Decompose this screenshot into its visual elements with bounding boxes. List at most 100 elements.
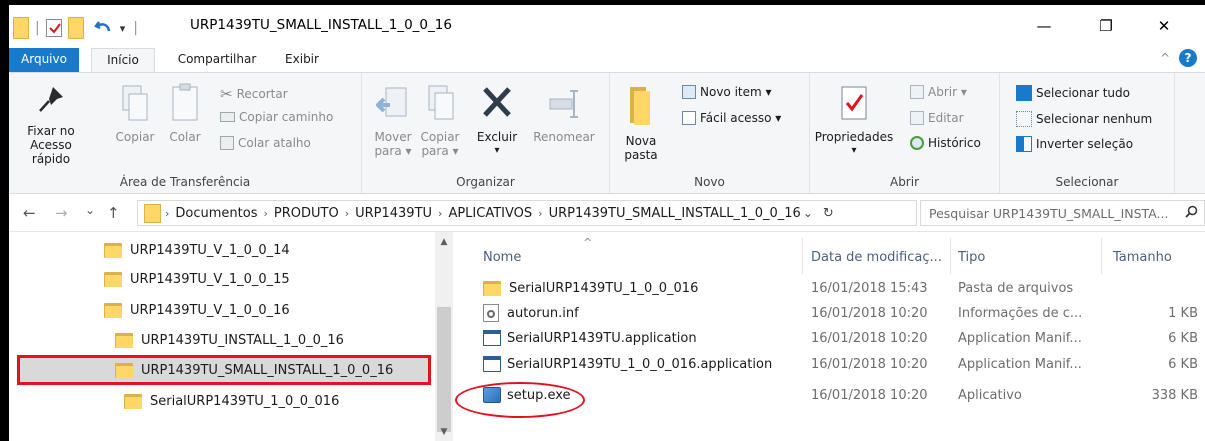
copy-button[interactable]: Copiar — [113, 83, 157, 144]
new-folder-label-2: pasta — [624, 148, 658, 162]
tab-view[interactable]: Exibir — [277, 48, 327, 72]
file-size: 338 KB — [1151, 387, 1198, 403]
rename-icon — [528, 83, 600, 126]
file-name-cell: SerialURP1439TU_1_0_0_016 — [483, 276, 698, 300]
scroll-down-icon[interactable]: ▼ — [435, 424, 453, 440]
address-bar[interactable]: › Documentos › PRODUTO › URP1439TU › APL… — [137, 200, 917, 226]
delete-label: Excluir — [476, 130, 518, 144]
back-button[interactable]: ← — [23, 204, 36, 222]
file-row[interactable]: autorun.inf 16/01/2018 10:20 Informações… — [461, 301, 1205, 325]
address-dropdown-icon[interactable]: ⌄ — [803, 206, 813, 220]
delete-button[interactable]: Excluir ▾ — [474, 83, 520, 158]
column-header-date[interactable]: Data de modificaç... — [811, 232, 951, 276]
copy-to-icon — [419, 83, 461, 126]
window-title: URP1439TU_SMALL_INSTALL_1_0_0_16 — [190, 17, 452, 33]
rename-button[interactable]: Renomear — [528, 83, 600, 144]
file-name: SerialURP1439TU_1_0_0_016.application — [507, 356, 773, 372]
tree-item-label: URP1439TU_V_1_0_0_15 — [130, 271, 290, 287]
column-header-type[interactable]: Tipo — [958, 232, 1098, 276]
new-folder-label-1: Nova — [625, 134, 657, 148]
new-item-label: Novo item ▾ — [700, 85, 772, 99]
minimize-button[interactable]: — — [1021, 11, 1067, 41]
folder-icon — [104, 301, 124, 319]
select-all-button[interactable]: Selecionar tudo — [1016, 85, 1130, 101]
highlight-rectangle — [17, 355, 431, 385]
undo-icon[interactable] — [93, 18, 112, 39]
column-header-name[interactable]: Nome ^ — [483, 232, 803, 276]
column-divider — [950, 238, 951, 274]
file-name-cell: SerialURP1439TU_1_0_0_016.application — [483, 352, 772, 376]
close-button[interactable]: ✕ — [1141, 11, 1187, 41]
tree-item[interactable]: SerialURP1439TU_1_0_0_016 — [124, 387, 339, 415]
file-type: Informações de c... — [958, 305, 1083, 321]
new-folder-icon[interactable] — [67, 17, 84, 39]
file-row[interactable]: SerialURP1439TU_1_0_0_016.application 16… — [461, 352, 1205, 376]
breadcrumb-urp1439tu[interactable]: URP1439TU — [355, 206, 432, 221]
breadcrumb-chevron: › — [263, 206, 268, 220]
easy-access-label: Fácil acesso ▾ — [700, 111, 782, 125]
help-icon[interactable]: ? — [1179, 49, 1197, 67]
breadcrumb-current-folder[interactable]: URP1439TU_SMALL_INSTALL_1_0_0_16 — [549, 206, 801, 221]
window-frame-left — [0, 0, 9, 441]
paste-shortcut-label: Colar atalho — [238, 136, 311, 150]
tree-item[interactable]: URP1439TU_V_1_0_0_14 — [104, 236, 290, 264]
breadcrumb-chevron: › — [344, 206, 350, 220]
copy-path-button[interactable]: Copiar caminho — [220, 110, 333, 124]
paste-shortcut-button[interactable]: Colar atalho — [220, 136, 311, 150]
open-group: Propriedades ▾ Abrir ▾ Editar Histórico … — [810, 73, 1000, 193]
select-none-button[interactable]: Selecionar nenhum — [1016, 111, 1152, 127]
folder-icon — [13, 17, 29, 39]
application-icon — [483, 356, 501, 372]
history-button[interactable]: Histórico — [910, 136, 981, 150]
edit-button[interactable]: Editar — [910, 111, 964, 125]
scroll-up-icon[interactable]: ▲ — [435, 234, 453, 250]
breadcrumb-aplicativos[interactable]: APLICATIVOS — [448, 206, 532, 221]
folder-icon — [104, 241, 124, 259]
tree-item-label: URP1439TU_INSTALL_1_0_0_16 — [141, 332, 344, 348]
column-header-size[interactable]: Tamanho — [1113, 232, 1193, 276]
collapse-ribbon-icon[interactable]: ^ — [1160, 51, 1170, 65]
breadcrumb-chevron: › — [438, 206, 443, 220]
easy-access-icon — [682, 111, 696, 125]
folder-icon — [104, 270, 124, 288]
breadcrumb-chevron: › — [538, 206, 543, 220]
tree-item[interactable]: URP1439TU_V_1_0_0_16 — [104, 296, 290, 324]
cut-button[interactable]: ✂ Recortar — [220, 85, 288, 103]
navigation-bar: ← → ⌄ ↑ › Documentos › PRODUTO › URP1439… — [9, 194, 1205, 232]
tree-item[interactable]: URP1439TU_INSTALL_1_0_0_16 — [115, 326, 344, 354]
new-item-button[interactable]: Novo item ▾ — [682, 85, 772, 99]
properties-button[interactable]: Propriedades ▾ — [814, 83, 894, 158]
paste-button[interactable]: Colar — [163, 83, 207, 144]
copy-to-button[interactable]: Copiar para ▾ — [419, 83, 461, 158]
file-name: autorun.inf — [507, 305, 579, 321]
tab-home[interactable]: Início — [91, 48, 155, 72]
forward-button[interactable]: → — [55, 204, 68, 222]
search-box[interactable]: Pesquisar URP1439TU_SMALL_INSTA... — [920, 200, 1205, 226]
properties-check-icon[interactable] — [45, 19, 62, 37]
breadcrumb-produto[interactable]: PRODUTO — [274, 206, 339, 221]
navigation-pane-scrollbar[interactable]: ▲ ▼ — [435, 232, 453, 441]
new-folder-button[interactable]: Nova pasta — [618, 83, 664, 162]
breadcrumb-documentos[interactable]: Documentos — [175, 206, 257, 221]
tab-file[interactable]: Arquivo — [9, 48, 79, 72]
move-to-button[interactable]: Mover para ▾ — [372, 83, 414, 158]
history-icon — [910, 136, 924, 150]
file-row[interactable]: SerialURP1439TU_1_0_0_016 16/01/2018 15:… — [461, 276, 1205, 300]
refresh-icon[interactable]: ↻ — [823, 206, 834, 221]
tree-item[interactable]: URP1439TU_V_1_0_0_15 — [104, 265, 290, 293]
pin-quick-access-button[interactable]: Fixar no Acesso rápido — [13, 83, 89, 166]
invert-selection-button[interactable]: Inverter seleção — [1016, 136, 1133, 152]
open-button[interactable]: Abrir ▾ — [910, 85, 967, 99]
new-item-icon — [682, 85, 696, 99]
qat-dropdown-icon[interactable]: ▾ — [120, 22, 126, 35]
file-type: Application Manif... — [958, 356, 1082, 372]
search-input[interactable]: Pesquisar URP1439TU_SMALL_INSTA... — [929, 206, 1185, 221]
copy-path-icon — [220, 112, 235, 122]
tab-share[interactable]: Compartilhar — [169, 48, 265, 72]
easy-access-button[interactable]: Fácil acesso ▾ — [682, 111, 781, 125]
scrollbar-thumb[interactable] — [437, 307, 451, 432]
recent-locations-button[interactable]: ⌄ — [85, 203, 95, 217]
up-button[interactable]: ↑ — [107, 204, 120, 222]
restore-button[interactable]: ❐ — [1083, 11, 1129, 41]
file-row[interactable]: SerialURP1439TU.application 16/01/2018 1… — [461, 326, 1205, 350]
